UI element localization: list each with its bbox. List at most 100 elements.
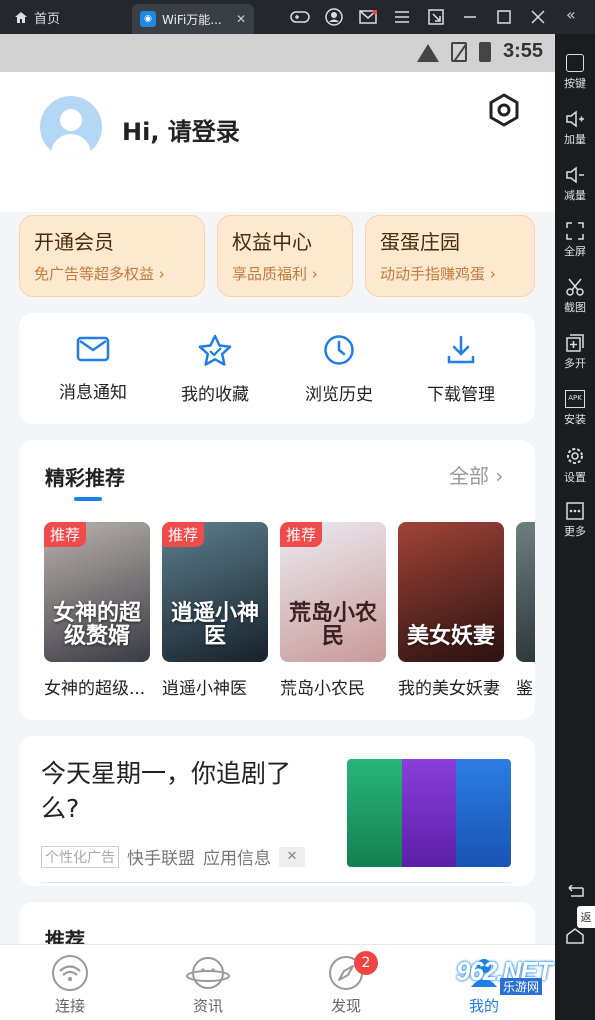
- nav-connect[interactable]: 连接: [30, 955, 110, 1016]
- gamepad-icon[interactable]: [288, 5, 312, 29]
- ad-app-info-link[interactable]: 应用信息: [203, 844, 271, 869]
- book-cover: [516, 522, 535, 662]
- volume-down-icon: [566, 166, 584, 184]
- gear-icon: [567, 448, 583, 464]
- book-cover-title: 女神的超级赘婿: [52, 600, 141, 649]
- maximize-icon[interactable]: [492, 5, 516, 29]
- egg-farm-card[interactable]: 蛋蛋庄园 动动手指赚鸡蛋 ›: [365, 215, 535, 297]
- book-card[interactable]: 推荐 逍遥小神医 逍遥小神医: [162, 522, 268, 699]
- ad-close-icon[interactable]: ✕: [279, 846, 305, 867]
- book-cover-title: 美女妖妻: [406, 623, 495, 649]
- vip-card[interactable]: 开通会员 免广告等超多权益 ›: [19, 215, 205, 297]
- book-title: 荒岛小农民: [280, 679, 365, 699]
- planet-face-icon: [186, 957, 230, 989]
- more-button[interactable]: 更多: [555, 502, 595, 539]
- book-title: 女神的超级...: [44, 679, 146, 699]
- benefits-subtitle: 享品质福利 ›: [232, 265, 318, 283]
- nav-connect-label: 连接: [54, 997, 85, 1015]
- phone-screen: 3:55 Hi, 请登录 开通会员 免广告等超多权益 › 权益中心 享品质福利 …: [0, 34, 555, 1020]
- avatar[interactable]: [40, 96, 102, 158]
- apk-icon: APK: [565, 390, 585, 408]
- screenshot-button[interactable]: 截图: [555, 278, 595, 315]
- ad-card[interactable]: 今天星期一，你追剧了么? 个性化广告 快手联盟 应用信息 ✕: [19, 736, 535, 886]
- star-icon: [198, 334, 232, 366]
- home-tab[interactable]: 首页: [14, 6, 60, 28]
- nav-news[interactable]: 资讯: [168, 955, 248, 1016]
- collapse-sidebar-icon[interactable]: «: [566, 5, 576, 24]
- book-card[interactable]: 鉴: [516, 522, 535, 699]
- book-title: 逍遥小神医: [162, 679, 247, 699]
- minimize-icon[interactable]: [458, 5, 482, 29]
- close-window-icon[interactable]: [526, 5, 550, 29]
- back-button[interactable]: [555, 884, 595, 903]
- quick-actions-card: 消息通知 我的收藏 浏览历史 下载管理: [19, 313, 535, 424]
- ad-title: 今天星期一，你追剧了么?: [41, 759, 292, 823]
- restore-icon[interactable]: [424, 5, 448, 29]
- ad-source: 快手联盟: [127, 849, 195, 869]
- volume-down-button[interactable]: 减量: [555, 166, 595, 203]
- history-button[interactable]: 浏览历史: [289, 334, 389, 405]
- book-card[interactable]: 推荐 女神的超级赘婿 女神的超级...: [44, 522, 150, 699]
- install-label: 安装: [564, 413, 586, 426]
- mail-icon[interactable]: [356, 5, 380, 29]
- app-tab[interactable]: ◉ WiFi万能... ✕: [132, 4, 254, 34]
- multi-instance-label: 多开: [564, 357, 586, 370]
- view-all-link[interactable]: 全部 ›: [449, 460, 503, 489]
- settings-button[interactable]: 设置: [555, 446, 595, 485]
- favorites-button[interactable]: 我的收藏: [165, 334, 265, 405]
- nav-discover[interactable]: 发现 2: [306, 951, 386, 1016]
- book-card[interactable]: 美女妖妻 我的美女妖妻: [398, 522, 504, 699]
- book-cover: 推荐 荒岛小农民: [280, 522, 386, 662]
- keyboard-button[interactable]: 按键: [555, 54, 595, 91]
- vip-title: 开通会员: [34, 230, 114, 254]
- wifi-signal-icon: [417, 42, 439, 62]
- messages-button[interactable]: 消息通知: [43, 334, 143, 403]
- more-icon: [566, 502, 584, 520]
- fullscreen-icon: [566, 222, 584, 240]
- account-icon[interactable]: [322, 5, 346, 29]
- login-prompt[interactable]: Hi, 请登录: [122, 112, 240, 147]
- messages-label: 消息通知: [59, 383, 127, 403]
- download-icon: [447, 335, 475, 364]
- ad-image: [347, 759, 511, 867]
- home-icon: [15, 11, 27, 23]
- nav-mine-label: 我的: [468, 997, 499, 1015]
- multi-instance-button[interactable]: 多开: [555, 334, 595, 371]
- downloads-button[interactable]: 下载管理: [411, 334, 511, 405]
- divider: [41, 882, 511, 883]
- more-label: 更多: [564, 525, 586, 538]
- nav-news-label: 资讯: [192, 997, 223, 1015]
- home-button[interactable]: [555, 928, 595, 948]
- featured-section: 精彩推荐 全部 › 推荐 女神的超级赘婿 女神的超级... 推荐 逍遥小神医 逍…: [19, 440, 535, 720]
- benefits-title: 权益中心: [232, 230, 312, 254]
- profile-page: Hi, 请登录 开通会员 免广告等超多权益 › 权益中心 享品质福利 › 蛋蛋庄…: [0, 72, 555, 982]
- fullscreen-label: 全屏: [564, 245, 586, 258]
- volume-down-label: 减量: [564, 189, 586, 202]
- keyboard-icon: [566, 54, 584, 72]
- favorites-label: 我的收藏: [181, 385, 249, 405]
- nav-discover-label: 发现: [330, 997, 361, 1015]
- back-arrow-icon: [568, 884, 584, 897]
- book-cover: 推荐 逍遥小神医: [162, 522, 268, 662]
- watermark-site: 乐游网: [500, 978, 543, 995]
- fullscreen-button[interactable]: 全屏: [555, 222, 595, 259]
- settings-label: 设置: [564, 471, 586, 484]
- book-card[interactable]: 推荐 荒岛小农民 荒岛小农民: [280, 522, 386, 699]
- notification-badge: 2: [354, 951, 378, 975]
- ad-personalized-tag: 个性化广告: [41, 845, 119, 868]
- menu-icon[interactable]: [390, 5, 414, 29]
- status-time: 3:55: [502, 40, 543, 62]
- scissors-icon: [566, 278, 584, 296]
- home-tab-label: 首页: [34, 11, 61, 27]
- mail-icon: [76, 336, 110, 362]
- home-outline-icon: [566, 928, 584, 944]
- close-tab-icon[interactable]: ✕: [236, 12, 246, 26]
- egg-farm-subtitle: 动动手指赚鸡蛋 ›: [380, 265, 496, 283]
- book-title: 我的美女妖妻: [398, 679, 500, 699]
- install-apk-button[interactable]: APK 安装: [555, 390, 595, 427]
- volume-up-button[interactable]: 加量: [555, 110, 595, 147]
- book-cover: 推荐 女神的超级赘婿: [44, 522, 150, 662]
- settings-hex-icon[interactable]: [486, 92, 522, 128]
- site-watermark: 962.NET 乐游网: [456, 956, 556, 996]
- benefits-center-card[interactable]: 权益中心 享品质福利 ›: [217, 215, 353, 297]
